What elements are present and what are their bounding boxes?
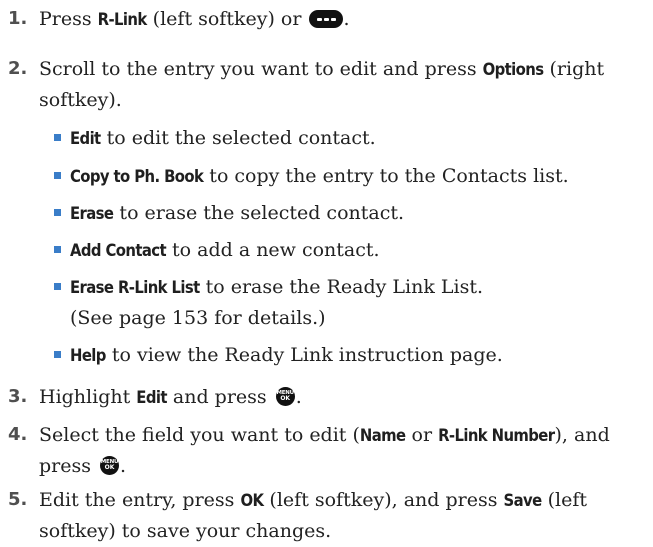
bullet-icon (54, 172, 61, 179)
list-item: Erase R-Link List to erase the Ready Lin… (54, 272, 645, 333)
list-item: Add Contact to add a new contact. (54, 235, 645, 266)
menu-ok-key-icon: MENU OK (100, 456, 120, 475)
step-number: 3. (8, 386, 28, 407)
bullet-icon (54, 351, 61, 358)
ellipsis-key-icon (309, 10, 344, 28)
step-number: 1. (8, 8, 28, 29)
step-number: 4. (8, 424, 28, 445)
r-link-label: R-Link (97, 10, 148, 29)
bullet-icon (54, 209, 61, 216)
list-item: Copy to Ph. Book to copy the entry to th… (54, 161, 645, 192)
list-item: Help to view the Ready Link instruction … (54, 340, 645, 371)
bullet-icon (54, 134, 61, 141)
step-number: 5. (8, 489, 28, 510)
menu-ok-key-icon: MENU OK (275, 387, 295, 406)
step-text: Edit the entry, press OK (left softkey),… (39, 489, 588, 542)
bullet-icon (54, 246, 61, 253)
bullet-icon (54, 283, 61, 290)
options-label: Options (482, 60, 544, 79)
step-text: Press R-Link (left softkey) or . (39, 8, 350, 30)
instruction-page: 1. Press R-Link (left softkey) or . 2. S… (0, 0, 653, 547)
step-text: Highlight Edit and press MENU OK. (39, 386, 302, 408)
step-text: Scroll to the entry you want to edit and… (39, 58, 605, 111)
list-item: Erase to erase the selected contact. (54, 198, 645, 229)
list-item: Edit to edit the selected contact. (54, 123, 645, 154)
step-number: 2. (8, 58, 28, 79)
step-text: Select the field you want to edit (Name … (39, 424, 610, 477)
